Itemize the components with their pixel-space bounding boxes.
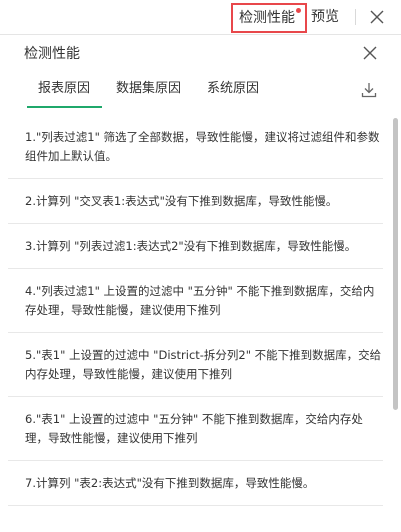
scrollbar[interactable]: [393, 118, 398, 410]
toolbar-divider: [355, 9, 356, 25]
list-item: 1."列表过滤1" 筛选了全部数据，导致性能慢，建议将过滤组件和参数组件加上默认…: [8, 115, 383, 179]
list-item: 3.计算列 "列表过滤1:表达式2"没有下推到数据库，导致性能慢。: [8, 224, 383, 269]
tab-system-reason[interactable]: 系统原因: [207, 80, 259, 98]
list-item: 4."列表过滤1" 上设置的过滤中 "五分钟" 不能下推到数据库，交给内存处理，…: [8, 269, 383, 333]
preview-button[interactable]: 预览: [311, 8, 339, 26]
list-item: 5."表1" 上设置的过滤中 "District-拆分列2" 不能下推到数据库，…: [8, 333, 383, 397]
reason-tabs: 报表原因 数据集原因 系统原因: [0, 72, 401, 110]
panel-title: 检测性能: [24, 46, 80, 62]
detect-performance-label: 检测性能: [239, 10, 295, 26]
download-icon[interactable]: [360, 81, 378, 99]
list-item: 6."表1" 上设置的过滤中 "五分钟" 不能下推到数据库，交给内存处理，导致性…: [8, 397, 383, 461]
list-item: 2.计算列 "交叉表1:表达式"没有下推到数据库，导致性能慢。: [8, 179, 383, 224]
close-icon[interactable]: [369, 9, 385, 25]
notification-dot: [296, 8, 301, 13]
close-panel-icon[interactable]: [362, 45, 378, 61]
active-tab-indicator: [27, 106, 102, 108]
top-toolbar: 检测性能 预览: [0, 0, 401, 34]
list-item: 7.计算列 "表2:表达式"没有下推到数据库，导致性能慢。: [8, 461, 383, 506]
tab-dataset-reason[interactable]: 数据集原因: [116, 80, 181, 98]
panel-header: 检测性能: [0, 34, 401, 72]
tab-report-reason[interactable]: 报表原因: [38, 80, 90, 98]
detect-performance-button[interactable]: 检测性能: [231, 3, 307, 33]
reason-list: 1."列表过滤1" 筛选了全部数据，导致性能慢，建议将过滤组件和参数组件加上默认…: [8, 115, 391, 532]
